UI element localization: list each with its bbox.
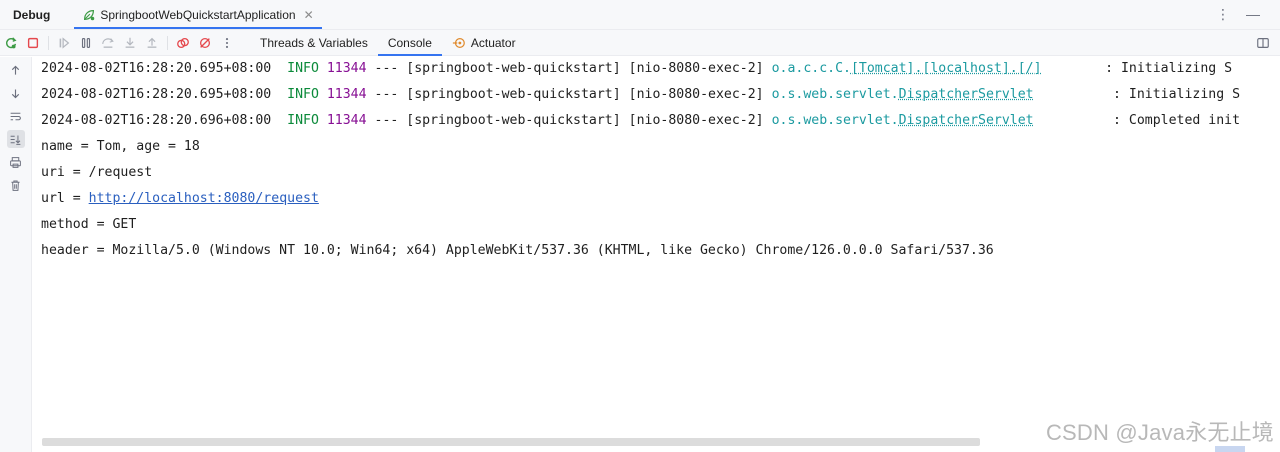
- log-line: 2024-08-02T16:28:20.696+08:00 INFO 11344…: [33, 109, 1273, 135]
- log-logger-pad: [1042, 61, 1098, 76]
- log-timestamp: 2024-08-02T16:28:20.695+08:00: [41, 87, 272, 102]
- log-level: INFO: [287, 87, 319, 102]
- toolbar-divider: [48, 35, 49, 50]
- vertical-scrollbar[interactable]: [1273, 57, 1280, 452]
- watermark: CSDN @Java永无止境: [1045, 420, 1274, 445]
- resume-icon[interactable]: [53, 32, 75, 54]
- arrow-up-icon[interactable]: [7, 61, 25, 79]
- log-app: [springboot-web-quickstart]: [406, 87, 621, 102]
- tab-actuator[interactable]: Actuator: [442, 30, 526, 56]
- url-link[interactable]: http://localhost:8080/request: [89, 191, 319, 206]
- more-actions-icon[interactable]: [216, 32, 238, 54]
- scroll-to-end-icon[interactable]: [6, 130, 25, 148]
- tab-console-label: Console: [387, 35, 432, 50]
- step-out-icon[interactable]: [141, 32, 163, 54]
- log-thread: [nio-8080-exec-2]: [628, 113, 764, 128]
- log-timestamp: 2024-08-02T16:28:20.696+08:00: [41, 113, 272, 128]
- log-line: 2024-08-02T16:28:20.695+08:00 INFO 11344…: [33, 57, 1273, 83]
- log-logger[interactable]: o.a.c.c.C.[Tomcat].[localhost].[/]: [772, 61, 1042, 76]
- view-breakpoints-icon[interactable]: [172, 32, 194, 54]
- log-level: INFO: [287, 113, 319, 128]
- close-icon[interactable]: ✕: [304, 8, 314, 22]
- log-pid: 11344: [326, 87, 367, 102]
- output-url-prefix: url =: [41, 191, 89, 206]
- print-icon[interactable]: [7, 153, 25, 171]
- log-pid: 11344: [326, 61, 367, 76]
- output-uri-line: uri = /request: [41, 165, 153, 180]
- log-separator: ---: [374, 87, 399, 102]
- horizontal-scrollbar[interactable]: [42, 438, 980, 446]
- mute-breakpoints-icon[interactable]: [194, 32, 216, 54]
- debug-toolbar: Threads & Variables Console Actuator: [0, 30, 1280, 56]
- log-thread: [nio-8080-exec-2]: [628, 61, 764, 76]
- log-timestamp: 2024-08-02T16:28:20.695+08:00: [41, 61, 272, 76]
- log-logger-class: DispatcherServlet: [898, 113, 1034, 128]
- run-config-tab-label: SpringbootWebQuickstartApplication: [100, 7, 296, 22]
- log-message: : Completed init: [1113, 113, 1241, 128]
- console-side-toolbar: [0, 57, 32, 452]
- stop-icon[interactable]: [22, 32, 44, 54]
- tab-console[interactable]: Console: [377, 30, 442, 56]
- log-logger-class: DispatcherServlet: [898, 87, 1034, 102]
- actuator-icon: [452, 37, 465, 48]
- step-over-icon[interactable]: [97, 32, 119, 54]
- more-options-icon[interactable]: ⋮: [1216, 6, 1230, 23]
- tab-actuator-label: Actuator: [470, 35, 516, 50]
- tool-window-title: Debug: [13, 7, 51, 22]
- output-name-line: name = Tom, age = 18: [41, 139, 200, 154]
- pause-icon[interactable]: [75, 32, 97, 54]
- output-header-line: header = Mozilla/5.0 (Windows NT 10.0; W…: [41, 243, 994, 258]
- log-separator: ---: [374, 113, 399, 128]
- log-logger-class: [Tomcat].[localhost].[/]: [850, 61, 1042, 76]
- log-pid: 11344: [326, 113, 367, 128]
- step-into-icon[interactable]: [119, 32, 141, 54]
- log-app: [springboot-web-quickstart]: [406, 113, 621, 128]
- log-message: : Initializing S: [1113, 87, 1241, 102]
- toolbar-divider: [167, 35, 168, 50]
- tool-window-header: Debug SpringbootWebQuickstartApplication…: [0, 0, 1280, 30]
- log-logger-prefix: o.s.web.servlet.: [771, 87, 899, 102]
- log-logger-prefix: o.a.c.c.C.: [771, 61, 851, 76]
- tab-threads-variables[interactable]: Threads & Variables: [250, 30, 378, 56]
- output-method-line: method = GET: [41, 217, 137, 232]
- arrow-down-icon[interactable]: [7, 84, 25, 102]
- log-line: 2024-08-02T16:28:20.695+08:00 INFO 11344…: [33, 83, 1273, 109]
- minimize-icon[interactable]: —: [1246, 6, 1260, 23]
- log-logger-pad: [1034, 113, 1105, 128]
- log-message: : Initializing S: [1105, 61, 1233, 76]
- layout-settings-icon[interactable]: [1252, 32, 1274, 54]
- log-separator: ---: [374, 61, 399, 76]
- log-thread: [nio-8080-exec-2]: [628, 87, 764, 102]
- console-output[interactable]: 2024-08-02T16:28:20.695+08:00 INFO 11344…: [33, 57, 1273, 437]
- log-logger[interactable]: o.s.web.servlet.DispatcherServlet: [772, 113, 1034, 128]
- clear-all-icon[interactable]: [7, 176, 25, 194]
- log-level: INFO: [287, 61, 319, 76]
- run-config-tab[interactable]: SpringbootWebQuickstartApplication ✕: [72, 0, 323, 30]
- log-app: [springboot-web-quickstart]: [406, 61, 621, 76]
- log-logger-prefix: o.s.web.servlet.: [771, 113, 899, 128]
- log-logger[interactable]: o.s.web.servlet.DispatcherServlet: [772, 87, 1034, 102]
- spring-leaf-icon: [84, 9, 95, 20]
- tab-threads-variables-label: Threads & Variables: [260, 35, 368, 50]
- log-logger-pad: [1034, 87, 1105, 102]
- rerun-icon[interactable]: [0, 32, 22, 54]
- soft-wrap-icon[interactable]: [7, 107, 25, 125]
- output-url-line: url = http://localhost:8080/request: [33, 187, 1273, 213]
